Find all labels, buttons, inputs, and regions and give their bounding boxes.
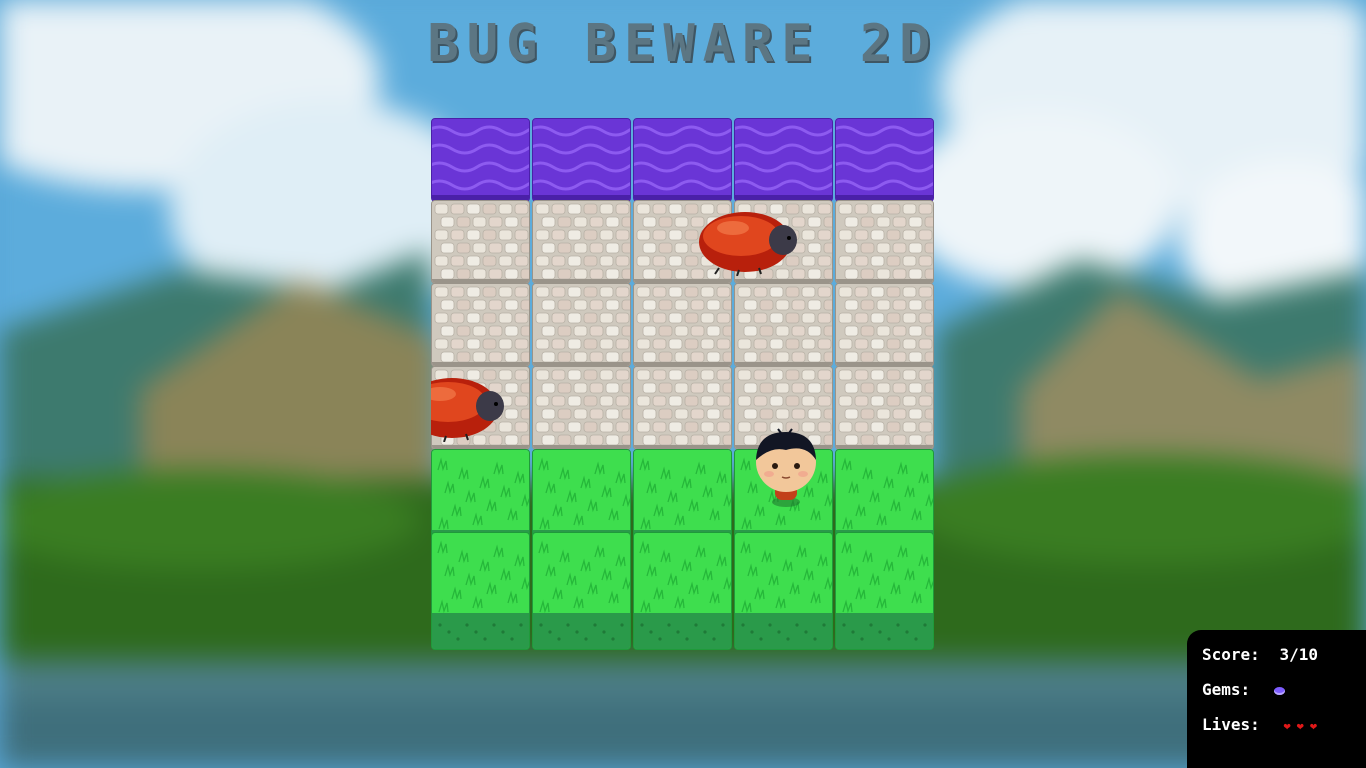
score-label: Score: xyxy=(1202,645,1260,664)
gems-row: Gems: xyxy=(1202,679,1285,701)
water-tile xyxy=(835,118,934,202)
hud-panel: Score: 3/10 Gems: Lives: ❤ ❤ ❤ xyxy=(1187,630,1366,768)
stone-tile xyxy=(532,366,631,450)
water-tile xyxy=(734,118,833,202)
lives-hearts: ❤ ❤ ❤ xyxy=(1277,715,1317,734)
gem-icon xyxy=(1273,686,1285,695)
stone-tile xyxy=(633,283,732,367)
lives-row: Lives: ❤ ❤ ❤ xyxy=(1202,714,1317,736)
score-value: 3/10 xyxy=(1279,645,1318,664)
heart-icon: ❤ xyxy=(1296,719,1304,733)
stone-tile xyxy=(532,283,631,367)
stone-tile xyxy=(532,200,631,284)
water-tile xyxy=(431,118,530,202)
grass-tile xyxy=(734,532,833,650)
heart-icon: ❤ xyxy=(1283,719,1291,733)
game-title: BUG BEWARE 2D xyxy=(427,14,939,74)
stone-tile xyxy=(835,200,934,284)
score-row: Score: 3/10 xyxy=(1202,644,1318,666)
grass-tile xyxy=(532,532,631,650)
gems-label: Gems: xyxy=(1202,680,1251,699)
grass-tile xyxy=(431,532,530,650)
boy-character-icon xyxy=(751,428,821,508)
water-tile xyxy=(633,118,732,202)
ladybug-icon xyxy=(699,204,799,276)
heart-icon: ❤ xyxy=(1309,719,1318,733)
stone-tile xyxy=(431,283,530,367)
stone-tile xyxy=(734,283,833,367)
grass-tile xyxy=(633,532,732,650)
lives-label: Lives: xyxy=(1202,715,1260,734)
water-tile xyxy=(532,118,631,202)
stone-tile xyxy=(431,200,530,284)
grass-tile xyxy=(835,532,934,650)
stone-tile xyxy=(835,283,934,367)
game-board xyxy=(431,118,936,654)
stone-tile xyxy=(633,366,732,450)
ladybug-icon xyxy=(431,370,506,442)
stone-tile xyxy=(835,366,934,450)
